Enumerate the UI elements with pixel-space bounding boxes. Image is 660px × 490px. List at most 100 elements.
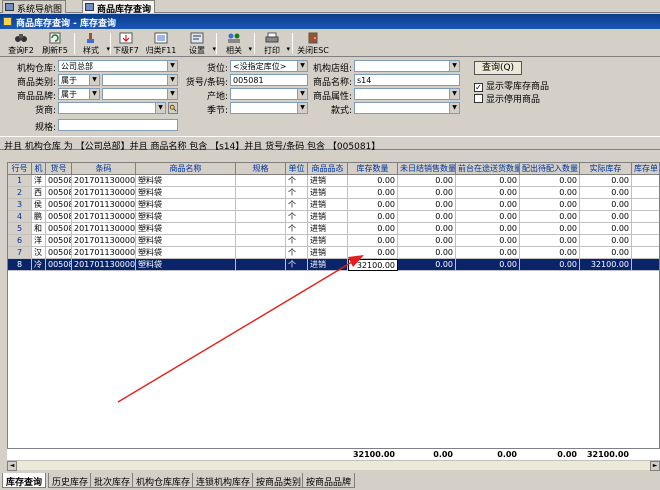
cell-unsettled[interactable]: 0.00 [398,223,456,235]
supplier-lookup-button[interactable] [168,102,178,114]
cell-pending[interactable]: 0.00 [520,187,580,199]
show-disabled-checkbox[interactable]: 显示停用商品 [474,92,540,105]
cell-unsettled[interactable]: 0.00 [398,235,456,247]
cell-product-name[interactable]: 塑料袋 [136,199,236,211]
header-barcode[interactable]: 条码 [72,163,136,175]
cell-state[interactable]: 进销 [308,175,348,187]
tab-history-stock[interactable]: 历史库存 [48,473,93,488]
cell-pending[interactable]: 0.00 [520,235,580,247]
header-product-name[interactable]: 商品名称 [136,163,236,175]
season-select[interactable]: ▼ [230,102,308,114]
cell-stock-qty[interactable]: 32100.00 [348,259,398,271]
cell-stock-unit[interactable] [632,175,659,187]
categorize-button[interactable]: 归类F11 [144,31,178,56]
refresh-button[interactable]: 刷新F5 [40,31,70,56]
chevron-down-icon[interactable]: ▼ [155,103,165,113]
cell-transit[interactable]: 0.00 [456,211,520,223]
brand-operator-select[interactable]: 属于 ▼ [58,88,100,100]
table-row[interactable]: 3侯0050812017011300004塑料袋个进销0.000.000.000… [8,199,659,211]
scroll-right-icon[interactable]: ► [650,461,660,471]
header-pending[interactable]: 配出待配入数量 [520,163,580,175]
row-number[interactable]: 5 [8,223,32,235]
cell-spec[interactable] [236,211,286,223]
product-name-input[interactable]: s14 [354,74,460,86]
cell-unsettled[interactable]: 0.00 [398,211,456,223]
cell-actual[interactable]: 0.00 [580,235,632,247]
cell-barcode[interactable]: 2017011300004 [72,223,136,235]
tab-system-navigation[interactable]: 系统导航图 [2,0,67,15]
cell-spec[interactable] [236,235,286,247]
cell-org[interactable]: 侯 [32,199,46,211]
row-number[interactable]: 7 [8,247,32,259]
cell-stock-unit[interactable] [632,223,659,235]
row-number[interactable]: 2 [8,187,32,199]
product-attr-select[interactable]: ▼ [354,88,460,100]
cell-actual[interactable]: 0.00 [580,199,632,211]
cell-pending[interactable]: 0.00 [520,247,580,259]
category-value-select[interactable]: ▼ [102,74,178,86]
org-select[interactable]: 公司总部 ▼ [58,60,178,72]
chevron-down-icon[interactable]: ▼ [297,103,307,113]
cell-sku[interactable]: 005081 [46,259,72,271]
cell-state[interactable]: 进销 [308,199,348,211]
brand-value-select[interactable]: ▼ [102,88,178,100]
cell-actual[interactable]: 32100.00 [580,259,632,271]
cell-sku[interactable]: 005081 [46,247,72,259]
cell-unsettled[interactable]: 0.00 [398,259,456,271]
cell-unsettled[interactable]: 0.00 [398,199,456,211]
cell-stock-unit[interactable] [632,211,659,223]
cell-sku[interactable]: 005081 [46,199,72,211]
chevron-down-icon[interactable]: ▼ [89,75,99,85]
row-number[interactable]: 1 [8,175,32,187]
cell-actual[interactable]: 0.00 [580,187,632,199]
cell-unsettled[interactable]: 0.00 [398,247,456,259]
cell-sku[interactable]: 005081 [46,187,72,199]
cell-unit[interactable]: 个 [286,211,308,223]
tab-by-brand[interactable]: 按商品品牌 [302,473,356,488]
cell-stock-qty[interactable]: 0.00 [348,175,398,187]
related-button[interactable]: 相关 ▾ [222,31,252,56]
store-group-select[interactable]: ▼ [354,60,460,72]
cell-stock-unit[interactable] [632,259,659,271]
cell-product-name[interactable]: 塑料袋 [136,259,236,271]
cell-stock-qty[interactable]: 0.00 [348,211,398,223]
cell-state[interactable]: 进销 [308,247,348,259]
horizontal-scrollbar[interactable]: ◄ ► [7,460,660,471]
table-row[interactable]: 6洋0050812017011300004塑料袋个进销0.000.000.000… [8,235,659,247]
chevron-down-icon[interactable]: ▼ [167,61,177,71]
header-transit[interactable]: 前台在途送货数量 [456,163,520,175]
cell-stock-qty[interactable]: 0.00 [348,223,398,235]
tab-chain-org-stock[interactable]: 连锁机构库存 [192,473,255,488]
cell-state[interactable]: 进销 [308,223,348,235]
cell-state[interactable]: 进销 [308,259,348,271]
cell-spec[interactable] [236,247,286,259]
drill-down-button[interactable]: 下级F7 [112,31,140,56]
cell-spec[interactable] [236,223,286,235]
tab-org-warehouse-stock[interactable]: 机构仓库库存 [132,473,195,488]
chevron-down-icon[interactable]: ▼ [297,61,307,71]
cell-transit[interactable]: 0.00 [456,199,520,211]
cell-transit[interactable]: 0.00 [456,235,520,247]
chevron-down-icon[interactable]: ▼ [297,89,307,99]
cell-stock-unit[interactable] [632,199,659,211]
chevron-down-icon[interactable]: ▼ [167,75,177,85]
cell-product-name[interactable]: 塑料袋 [136,211,236,223]
style-button[interactable]: 样式 ▾ [78,31,110,56]
category-operator-select[interactable]: 属于 ▼ [58,74,100,86]
cell-state[interactable]: 进销 [308,211,348,223]
query-submit-button[interactable]: 查询(Q) [474,61,522,75]
cell-org[interactable]: 冷 [32,259,46,271]
cell-spec[interactable] [236,259,286,271]
spec-input[interactable] [58,119,178,131]
cell-actual[interactable]: 0.00 [580,247,632,259]
cell-sku[interactable]: 005081 [46,235,72,247]
cell-product-name[interactable]: 塑料袋 [136,247,236,259]
cell-transit[interactable]: 0.00 [456,259,520,271]
cell-org[interactable]: 洋 [32,175,46,187]
cell-unsettled[interactable]: 0.00 [398,175,456,187]
cell-unit[interactable]: 个 [286,235,308,247]
cell-spec[interactable] [236,175,286,187]
table-row[interactable]: 8冷0050812017011300004塑料袋个进销32100.000.000… [8,259,659,271]
cell-barcode[interactable]: 2017011300004 [72,259,136,271]
tab-by-category[interactable]: 按商品类别 [252,473,306,488]
